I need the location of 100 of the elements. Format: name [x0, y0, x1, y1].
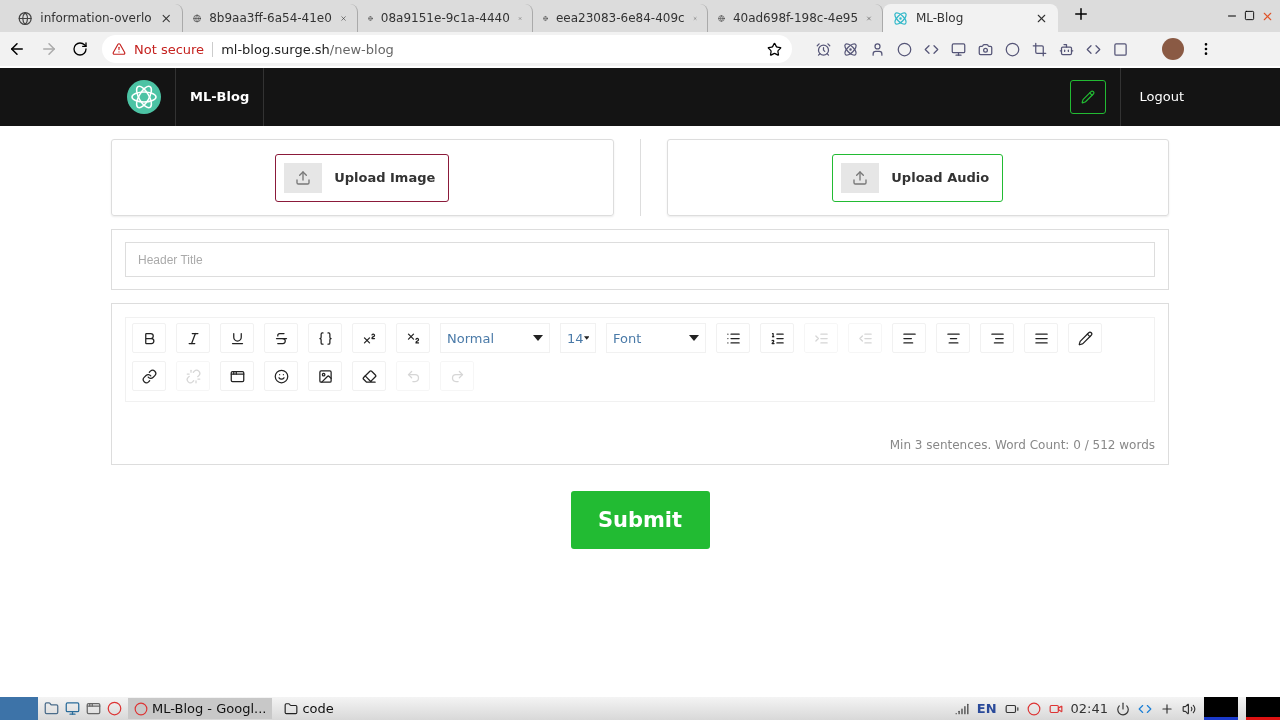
atom-icon [893, 10, 908, 26]
embed-button[interactable] [220, 361, 254, 391]
volume-icon [1182, 701, 1196, 716]
smiley-button[interactable] [264, 361, 298, 391]
italic-icon [185, 330, 201, 346]
strikethrough-button[interactable] [264, 323, 298, 353]
eraser-icon [361, 368, 377, 384]
upload-icon [852, 169, 869, 186]
toolbar-dropdown[interactable]: 14 [560, 323, 596, 353]
pencil-icon [1081, 90, 1096, 104]
logout-link[interactable]: Logout [1120, 68, 1184, 126]
braces-button[interactable] [308, 323, 342, 353]
window-title: code [302, 701, 334, 716]
start-button[interactable] [0, 697, 38, 720]
strikethrough-icon [273, 330, 289, 346]
image-icon [317, 368, 333, 384]
monitor-icon[interactable] [951, 41, 966, 57]
crop-icon[interactable] [1032, 41, 1047, 57]
caret-icon [689, 335, 699, 341]
subscript-button[interactable] [396, 323, 430, 353]
logo-icon[interactable] [127, 80, 161, 114]
upload-button[interactable]: Upload Image [275, 153, 450, 202]
tab-title: 40ad698f-198c-4e95 [732, 11, 859, 25]
signal-icon [954, 701, 969, 716]
folder-icon[interactable] [44, 701, 59, 716]
align-center-button[interactable] [936, 323, 970, 353]
link-button[interactable] [132, 361, 166, 391]
window-title: ML-Blog - Googl... [152, 701, 267, 716]
tab-title: information-overlo [40, 11, 152, 25]
numbered-list-button[interactable] [760, 323, 794, 353]
upload-icon [295, 169, 312, 186]
plus-icon [1160, 701, 1174, 716]
link-icon [141, 368, 157, 384]
superscript-icon [361, 330, 377, 346]
outdent-icon [857, 330, 873, 346]
window-icon[interactable] [86, 701, 101, 716]
smiley-icon [273, 368, 289, 384]
circle-icon[interactable] [1005, 41, 1020, 57]
robot-icon[interactable] [1059, 41, 1074, 57]
align-right-icon [989, 330, 1005, 346]
align-left-icon [901, 330, 917, 346]
atom-icon[interactable] [843, 41, 858, 57]
warning-icon [112, 42, 126, 56]
header-title-field[interactable]: Header Title [125, 242, 1155, 277]
toolbar-dropdown[interactable]: Normal [440, 323, 550, 353]
redo-icon [449, 368, 465, 384]
embed-icon [229, 368, 245, 384]
star-icon[interactable] [767, 41, 782, 57]
unlink-icon [185, 368, 201, 384]
alarm-clock-icon[interactable] [816, 41, 831, 57]
toolbar-dropdown[interactable]: Font [606, 323, 706, 353]
circle-icon[interactable] [897, 41, 912, 57]
italic-button[interactable] [176, 323, 210, 353]
camera-icon[interactable] [978, 41, 993, 57]
brand-link[interactable]: ML-Blog [175, 68, 265, 126]
bulleted-list-button[interactable] [716, 323, 750, 353]
security-label: Not secure [134, 41, 214, 57]
tab-title: 08a9151e-9c1a-4440 [380, 11, 510, 25]
person-icon[interactable] [870, 41, 885, 57]
avatar[interactable] [1162, 38, 1184, 60]
monitor-icon[interactable] [65, 701, 80, 716]
align-left-button[interactable] [892, 323, 926, 353]
align-justify-icon [1033, 330, 1049, 346]
reload-icon[interactable] [72, 41, 88, 57]
folder-icon [284, 701, 299, 716]
power-icon [1116, 701, 1130, 716]
url-text: ml-blog.surge.sh/new-blog [221, 41, 394, 57]
bold-button[interactable] [132, 323, 166, 353]
taskbar-window[interactable]: code [278, 698, 340, 719]
indent-icon [813, 330, 829, 346]
caret-icon [533, 335, 543, 341]
subscript-icon [405, 330, 421, 346]
undo-icon [405, 368, 421, 384]
maximize-icon[interactable] [1244, 9, 1255, 21]
taskbar-window[interactable]: ML-Blog - Googl... [128, 698, 273, 719]
underline-icon [229, 330, 245, 346]
tab-title: ML-Blog [916, 11, 965, 25]
desktop-thumbnail[interactable] [1204, 697, 1238, 720]
underline-button[interactable] [220, 323, 254, 353]
tab-title: eea23083-6e84-409c [555, 11, 685, 25]
align-center-icon [945, 330, 961, 346]
browser-tab[interactable]: ML-Blog [883, 4, 1058, 32]
pencil-button[interactable] [1068, 323, 1102, 353]
square-icon[interactable] [1113, 41, 1128, 57]
back-icon[interactable] [8, 40, 26, 58]
clock: 02:41 [1070, 701, 1108, 716]
new-post-button[interactable] [1070, 80, 1107, 114]
tab-title: 8b9aa3ff-6a54-41e0 [209, 11, 332, 25]
eraser-button[interactable] [352, 361, 386, 391]
upload-button[interactable]: Upload Audio [832, 153, 1004, 202]
caret-icon [583, 335, 589, 341]
superscript-button[interactable] [352, 323, 386, 353]
desktop-thumbnail[interactable] [1246, 697, 1280, 720]
image-button[interactable] [308, 361, 342, 391]
align-justify-button[interactable] [1024, 323, 1058, 353]
align-right-button[interactable] [980, 323, 1014, 353]
address-bar[interactable]: Not secure ml-blog.surge.sh/new-blog [102, 35, 792, 63]
numbered-list-icon [769, 330, 785, 346]
language-indicator[interactable]: EN [976, 701, 997, 716]
globe-icon [18, 10, 33, 26]
